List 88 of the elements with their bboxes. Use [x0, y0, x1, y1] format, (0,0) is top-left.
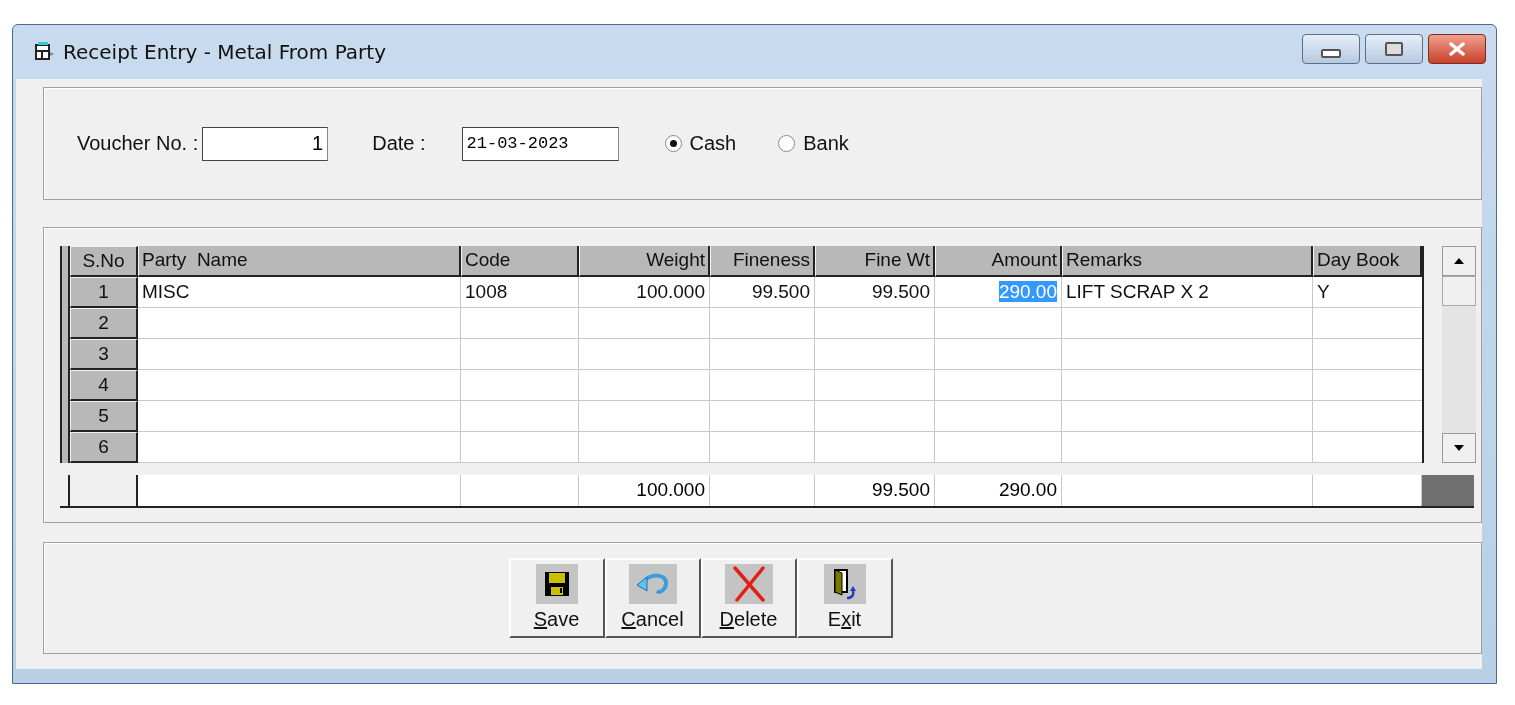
date-field[interactable]: 21-03-2023 [461, 126, 619, 161]
table-cell[interactable] [710, 308, 815, 339]
table-cell[interactable] [138, 339, 461, 370]
scrollbar-corner [1422, 475, 1474, 506]
column-header: Amount [935, 246, 1062, 277]
row-selector-strip [60, 246, 70, 277]
table-cell[interactable] [138, 308, 461, 339]
window-title: Receipt Entry - Metal From Party [63, 40, 387, 64]
table-cell[interactable] [579, 308, 710, 339]
table-cell[interactable] [461, 370, 579, 401]
vertical-scrollbar[interactable] [1442, 246, 1476, 463]
table-cell[interactable] [935, 370, 1062, 401]
radio-button[interactable] [778, 135, 796, 152]
table-cell[interactable] [710, 339, 815, 370]
table-cell[interactable] [1062, 370, 1313, 401]
table-cell[interactable] [815, 308, 935, 339]
table-cell[interactable]: 100.000 [579, 277, 710, 308]
table-cell[interactable] [138, 432, 461, 463]
column-header: S.No [70, 246, 138, 277]
close-icon [1447, 42, 1467, 56]
table-cell[interactable] [815, 370, 935, 401]
voucher-label: Voucher No. : [77, 132, 199, 155]
table-cell[interactable] [1062, 308, 1313, 339]
table-cell[interactable]: LIFT SCRAP X 2 [1062, 277, 1313, 308]
save-button[interactable]: Save [508, 558, 605, 638]
voucher-field[interactable]: 1 [202, 126, 329, 161]
door-exit-icon [832, 568, 857, 600]
scroll-up-button[interactable] [1442, 246, 1476, 276]
table-cell[interactable] [815, 401, 935, 432]
up-triangle-icon [1453, 257, 1465, 265]
table-cell[interactable] [579, 432, 710, 463]
table-cell[interactable] [579, 401, 710, 432]
date-label: Date : [372, 132, 426, 155]
radio-label: Cash [689, 132, 737, 155]
row-number: 1 [70, 277, 138, 308]
table-cell[interactable] [815, 339, 935, 370]
radio-label: Bank [803, 132, 849, 155]
table-cell[interactable] [579, 370, 710, 401]
column-header: Code [461, 246, 579, 277]
table-cell[interactable] [138, 401, 461, 432]
column-header: Remarks [1062, 246, 1313, 277]
scroll-down-button[interactable] [1442, 433, 1476, 463]
table-cell[interactable]: 99.500 [815, 277, 935, 308]
table-cell[interactable] [461, 339, 579, 370]
table-cell[interactable] [1062, 432, 1313, 463]
table-cell[interactable] [815, 432, 935, 463]
total-cell: 99.500 [815, 475, 935, 506]
table-cell[interactable] [710, 370, 815, 401]
maximize-button[interactable] [1365, 34, 1423, 64]
close-button[interactable] [1428, 34, 1486, 64]
table-cell[interactable]: 1008 [461, 277, 579, 308]
table-cell[interactable] [138, 370, 461, 401]
table-cell[interactable] [1062, 339, 1313, 370]
table-cell[interactable] [710, 401, 815, 432]
column-header: Fine Wt [815, 246, 935, 277]
minimize-button[interactable] [1302, 34, 1360, 64]
row-number: 6 [70, 432, 138, 463]
table-cell[interactable] [935, 432, 1062, 463]
row-number: 3 [70, 339, 138, 370]
table-cell[interactable] [1062, 401, 1313, 432]
table-cell[interactable] [461, 401, 579, 432]
row-selector-strip [60, 432, 70, 463]
column-header: Day Book [1313, 246, 1422, 277]
total-cell: 100.000 [579, 475, 710, 506]
table-cell[interactable] [579, 339, 710, 370]
table-cell[interactable] [935, 339, 1062, 370]
column-header: Party Name [138, 246, 461, 277]
table-cell[interactable] [935, 401, 1062, 432]
column-header: Fineness [710, 246, 815, 277]
table-cell[interactable]: 99.500 [710, 277, 815, 308]
down-triangle-icon [1453, 444, 1465, 452]
row-number: 2 [70, 308, 138, 339]
radio-button[interactable] [664, 135, 682, 152]
table-cell[interactable] [710, 432, 815, 463]
total-cell: 290.00 [935, 475, 1062, 506]
row-number: 4 [70, 370, 138, 401]
cancel-button[interactable]: Cancel [604, 558, 701, 638]
column-header: Weight [579, 246, 710, 277]
table-cell[interactable]: Y [1313, 277, 1422, 308]
scroll-thumb[interactable] [1442, 276, 1476, 306]
table-cell[interactable] [935, 308, 1062, 339]
table-cell[interactable]: MISC [138, 277, 461, 308]
delete-button[interactable]: Delete [700, 558, 797, 638]
exit-button[interactable]: Exit [796, 558, 893, 638]
table-cell[interactable] [461, 432, 579, 463]
table-cell[interactable] [461, 308, 579, 339]
window-app-icon [33, 42, 55, 62]
row-number: 5 [70, 401, 138, 432]
